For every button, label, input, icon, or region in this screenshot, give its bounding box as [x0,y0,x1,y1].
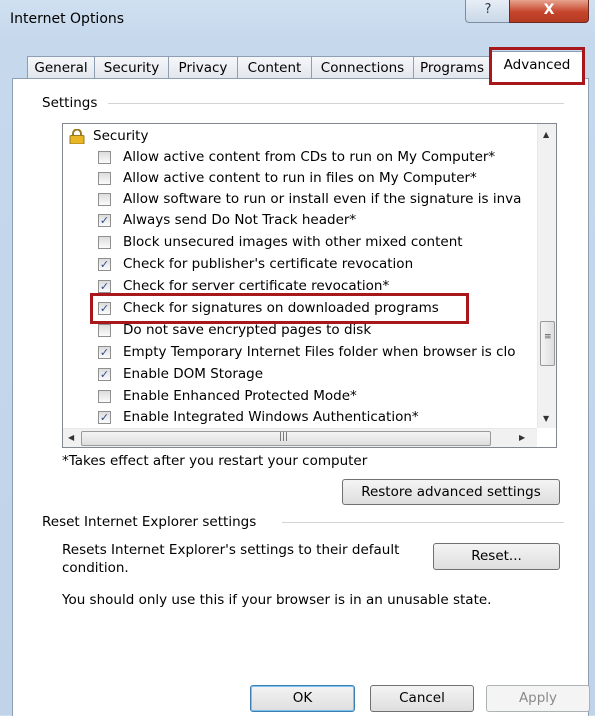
item-label: Enable DOM Storage [123,366,264,382]
title-bar: Internet Options ? X [0,0,595,40]
item-label: Always send Do Not Track header* [123,212,357,228]
lock-icon [69,129,85,144]
tab-label: Privacy [178,60,228,76]
tab-label: Programs [420,60,484,76]
scroll-left-arrow-icon[interactable]: ◀ [68,433,74,442]
tab-programs[interactable]: Programs [413,56,491,79]
item-label: Allow active content from CDs to run on … [123,149,496,165]
settings-list[interactable]: Security Allow active content from CDs t… [62,123,557,448]
section-label: Security [93,128,149,144]
tab-security[interactable]: Security [94,56,169,79]
grip-icon: ||| [279,432,289,442]
list-item[interactable]: ✓ Enable Integrated Windows Authenticati… [63,407,533,428]
checkbox-checked[interactable]: ✓ [98,280,111,293]
settings-group-line [108,103,564,104]
restore-advanced-settings-button[interactable]: Restore advanced settings [342,479,560,505]
item-label: Enable Integrated Windows Authentication… [123,409,419,425]
settings-group-label: Settings [37,95,103,111]
list-section-security: Security [63,126,533,147]
item-label: Block unsecured images with other mixed … [123,234,463,250]
checkbox[interactable] [98,172,111,185]
tab-general[interactable]: General [27,56,95,79]
reset-group-label: Reset Internet Explorer settings [37,514,262,530]
scroll-down-arrow-icon[interactable]: ▼ [543,414,549,423]
horizontal-scroll-thumb[interactable]: ||| [81,431,491,446]
list-item[interactable]: Allow active content from CDs to run on … [63,147,533,168]
checkbox[interactable] [98,390,111,403]
item-label: Allow active content to run in files on … [123,170,477,186]
tab-content[interactable]: Content [237,56,312,79]
checkbox[interactable] [98,324,111,337]
item-label: Check for server certificate revocation* [123,278,390,294]
close-button[interactable]: X [509,0,589,23]
help-icon: ? [484,2,492,17]
scroll-right-arrow-icon[interactable]: ▶ [519,433,525,442]
scroll-up-arrow-icon[interactable]: ▲ [543,130,549,139]
tab-privacy[interactable]: Privacy [168,56,238,79]
list-item[interactable]: Block unsecured images with other mixed … [63,232,533,253]
checkbox-checked[interactable]: ✓ [98,411,111,424]
list-item[interactable]: ✓ Empty Temporary Internet Files folder … [63,342,533,363]
scroll-thumb[interactable]: ≡ [540,321,555,366]
item-label: Enable Enhanced Protected Mode* [123,388,357,404]
list-item[interactable]: ✓ Check for publisher's certificate revo… [63,254,533,275]
tab-label: Security [103,60,160,76]
list-item[interactable]: ✓ Always send Do Not Track header* [63,210,533,231]
vertical-scrollbar[interactable]: ▲ ≡ ▼ [537,124,556,428]
list-item[interactable]: Enable Enhanced Protected Mode* [63,386,533,407]
tab-label: Connections [320,60,405,76]
reset-description-line1: Resets Internet Explorer's settings to t… [62,542,400,558]
reset-group-line [282,522,564,523]
apply-button[interactable]: Apply [486,685,590,712]
checkbox[interactable] [98,193,111,206]
tab-connections[interactable]: Connections [311,56,414,79]
reset-button[interactable]: Reset... [433,543,560,570]
item-label: Empty Temporary Internet Files folder wh… [123,344,516,360]
restart-footnote: *Takes effect after you restart your com… [62,453,368,469]
reset-description-line2: condition. [62,560,129,576]
list-item[interactable]: ✓ Enable DOM Storage [63,364,533,385]
item-label: Allow software to run or install even if… [123,191,522,207]
tab-label: General [34,60,88,76]
close-icon: X [543,2,555,18]
grip-icon: ≡ [544,332,552,342]
item-label: Check for publisher's certificate revoca… [123,256,414,272]
item-label: Do not save encrypted pages to disk [123,322,372,338]
cancel-button[interactable]: Cancel [370,685,474,712]
checkbox-checked[interactable]: ✓ [98,346,111,359]
checkbox-checked[interactable]: ✓ [98,258,111,271]
checkbox[interactable] [98,236,111,249]
advanced-tab-highlight [489,47,585,85]
signatures-option-highlight [90,293,469,324]
reset-warning: You should only use this if your browser… [62,592,492,608]
help-button[interactable]: ? [465,0,511,23]
ok-button[interactable]: OK [250,685,355,712]
checkbox[interactable] [98,151,111,164]
list-item[interactable]: Allow active content to run in files on … [63,168,533,189]
tab-label: Content [247,60,302,76]
checkbox-checked[interactable]: ✓ [98,368,111,381]
checkbox-checked[interactable]: ✓ [98,214,111,227]
horizontal-scrollbar[interactable]: ◀ ||| ▶ [63,428,537,447]
window-title: Internet Options [10,11,125,27]
list-item[interactable]: Allow software to run or install even if… [63,189,533,210]
